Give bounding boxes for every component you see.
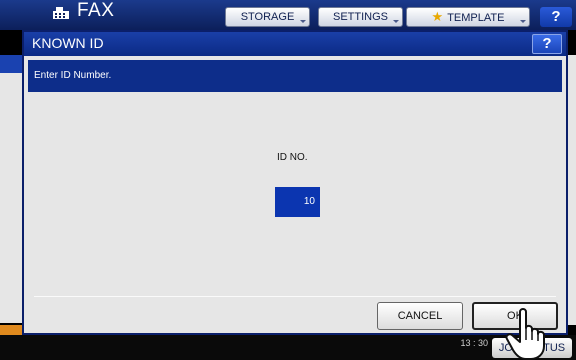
- fax-title: FAX: [77, 0, 115, 21]
- divider: [34, 296, 556, 297]
- background-help-button[interactable]: ?: [540, 7, 572, 27]
- dialog-message-bar: Enter ID Number.: [28, 60, 562, 92]
- status-bar: [0, 335, 576, 360]
- known-id-dialog: KNOWN ID ? Enter ID Number. ID NO. 10 CA…: [22, 30, 568, 335]
- dialog-title-bar: KNOWN ID ?: [24, 32, 566, 56]
- dialog-help-button[interactable]: ?: [532, 34, 562, 54]
- dialog-title: KNOWN ID: [32, 35, 104, 51]
- tab-template[interactable]: ★ TEMPLATE: [406, 7, 530, 27]
- cancel-button[interactable]: CANCEL: [377, 302, 463, 330]
- star-icon: ★: [431, 9, 444, 24]
- id-number-label: ID NO.: [277, 152, 308, 163]
- tab-storage[interactable]: STORAGE: [225, 7, 310, 27]
- dialog-message: Enter ID Number.: [34, 70, 112, 81]
- tab-storage-label: STORAGE: [240, 11, 295, 23]
- id-number-field[interactable]: 10: [275, 187, 320, 217]
- tab-settings[interactable]: SETTINGS: [318, 7, 403, 27]
- clock: 13 : 30: [460, 338, 488, 348]
- hand-pointer-icon: [504, 306, 552, 360]
- tab-settings-label: SETTINGS: [332, 11, 388, 23]
- tab-template-label: TEMPLATE: [447, 12, 505, 24]
- fax-icon: [52, 6, 70, 19]
